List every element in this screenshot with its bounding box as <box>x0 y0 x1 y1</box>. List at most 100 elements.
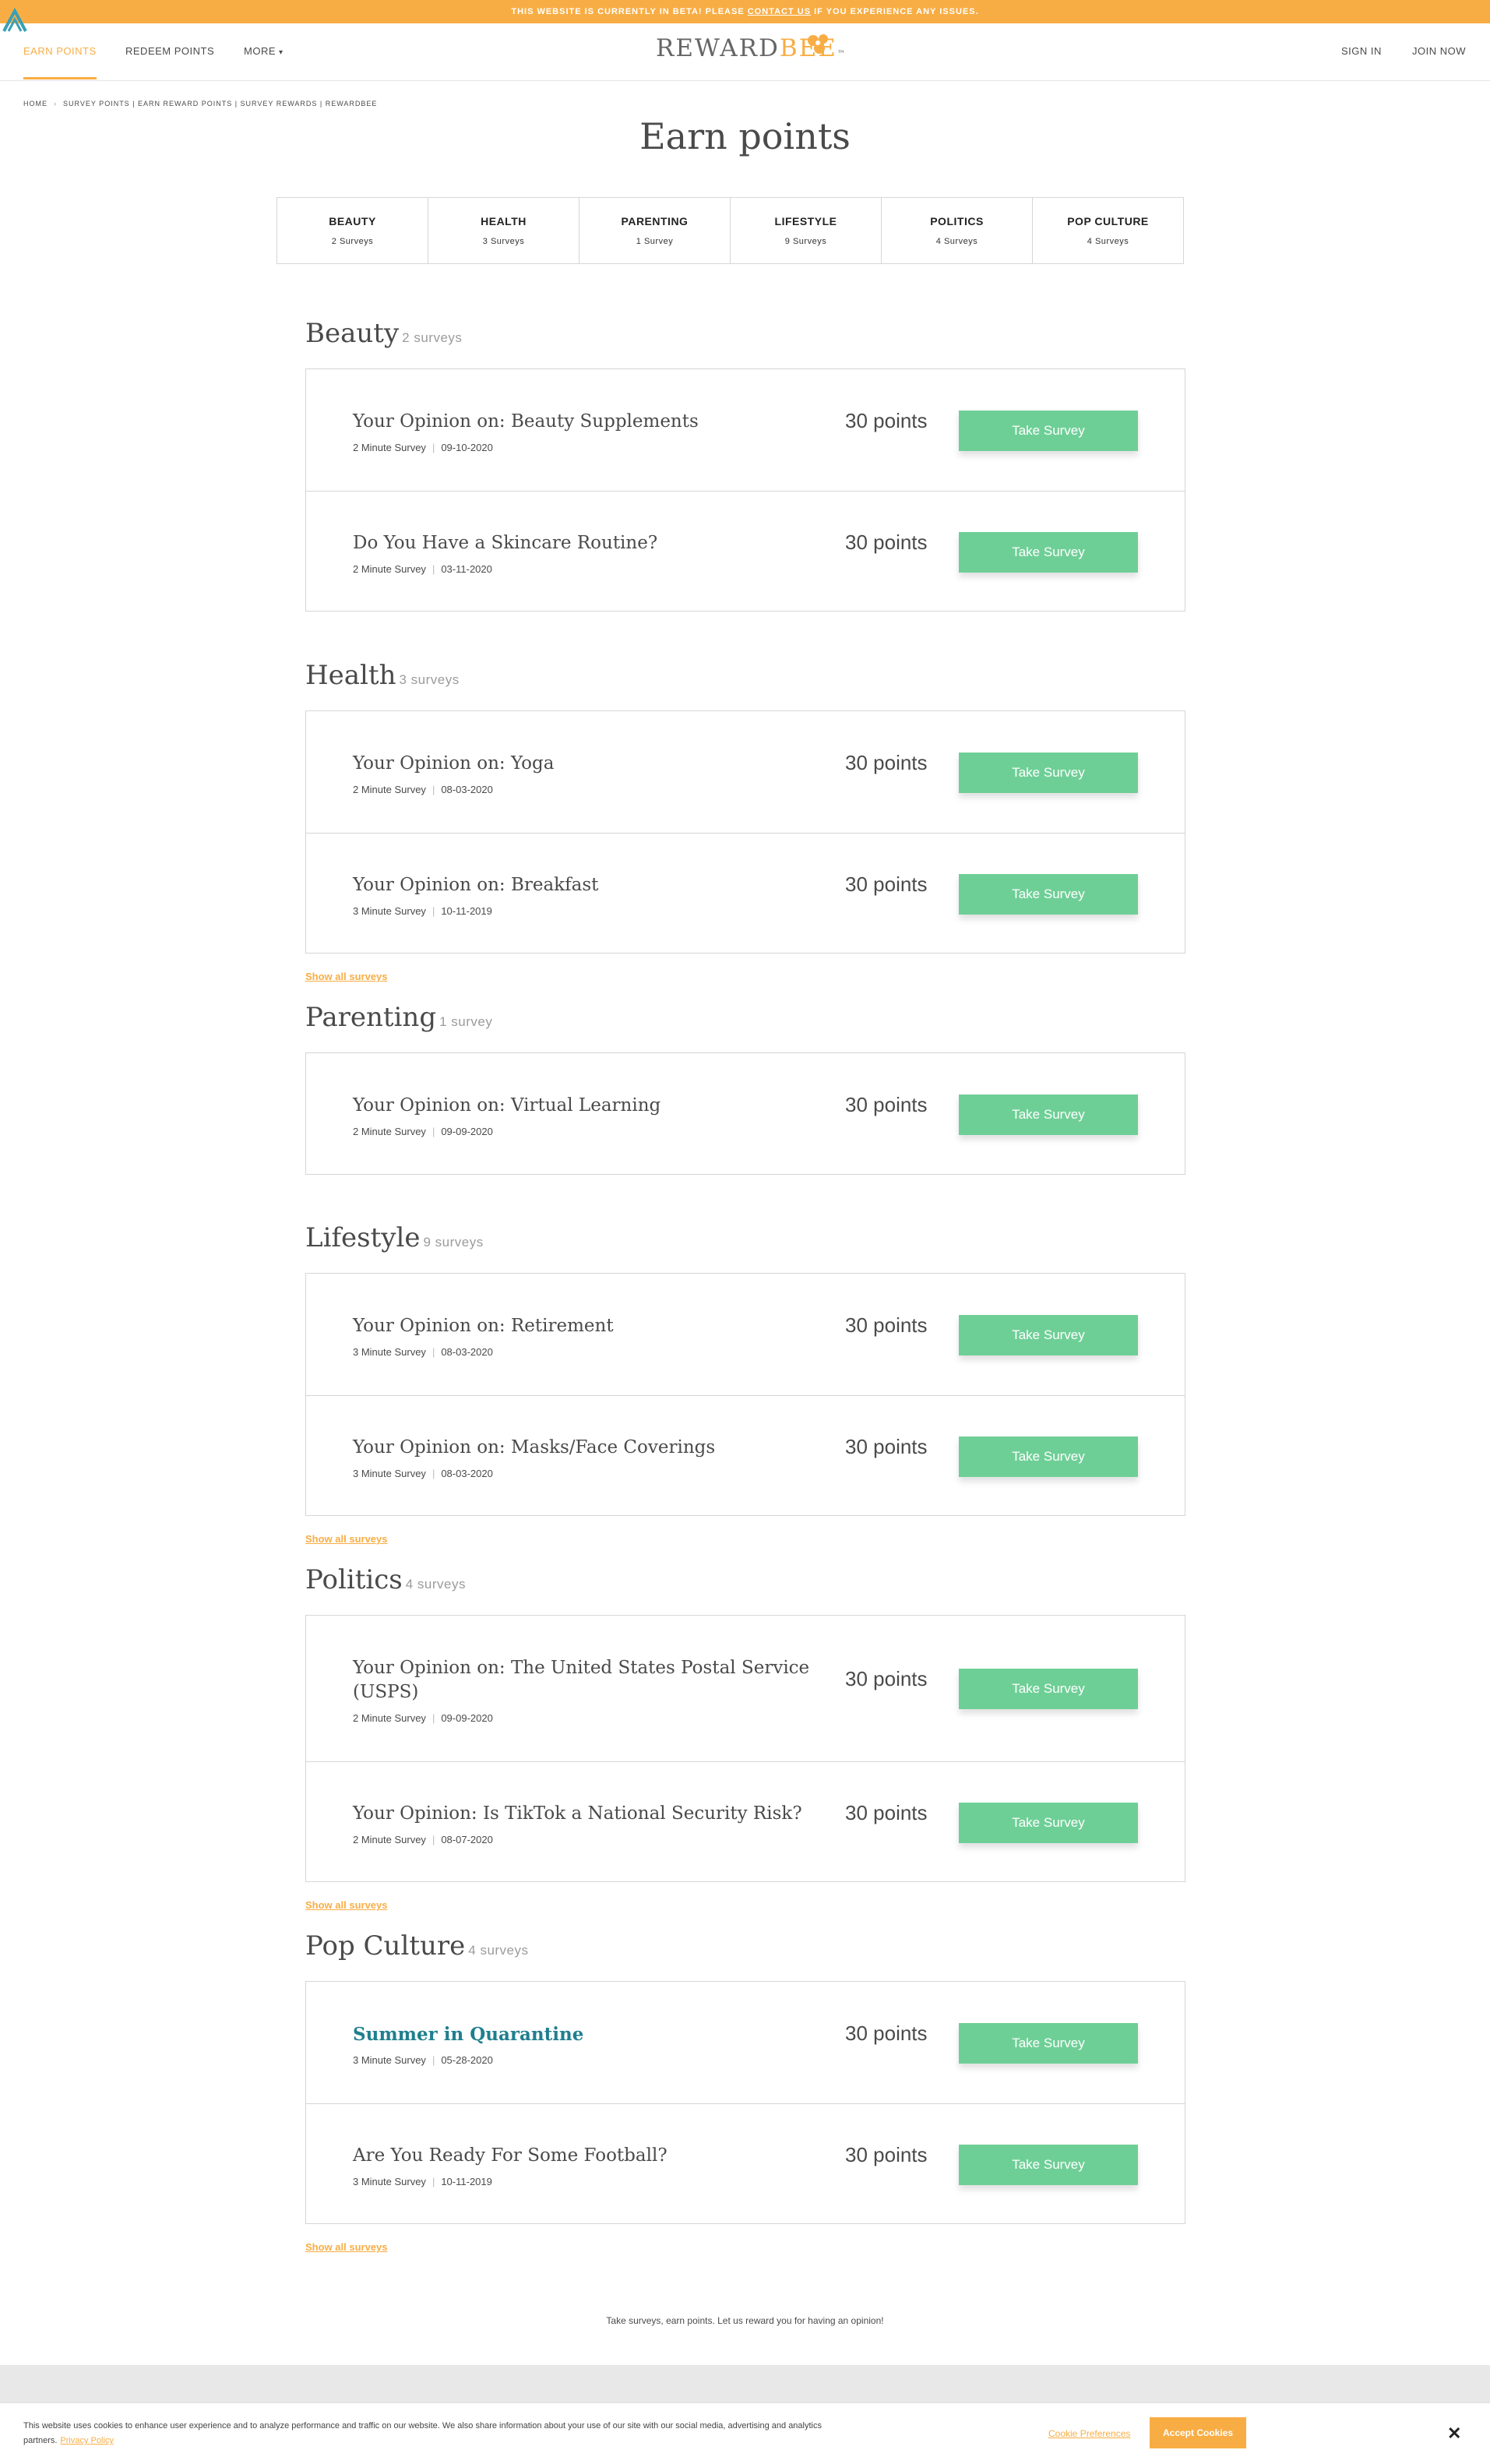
category-name: POP CULTURE <box>1067 215 1149 227</box>
category-tab-politics[interactable]: POLITICS 4 Surveys <box>882 198 1033 263</box>
survey-meta: 2 Minute Survey | 09-09-2020 <box>353 1712 493 1724</box>
meta-divider: | <box>432 1712 435 1724</box>
privacy-policy-link[interactable]: Privacy Policy <box>60 2436 113 2445</box>
survey-title[interactable]: Your Opinion on: Beauty Supplements <box>353 410 820 434</box>
survey-title[interactable]: Summer in Quarantine <box>353 2022 820 2046</box>
survey-duration: 2 Minute Survey <box>353 1126 426 1137</box>
survey-row: Your Opinion on: Beauty Supplements 2 Mi… <box>306 369 1185 491</box>
section-heading-pop-culture: Pop Culture 4 surveys <box>305 1930 529 1962</box>
cookie-banner: This website uses cookies to enhance use… <box>0 2402 1490 2464</box>
survey-card-pop-culture: Summer in Quarantine 3 Minute Survey | 05-… <box>305 1981 1185 2224</box>
survey-meta: 2 Minute Survey | 08-07-2020 <box>353 1834 493 1845</box>
category-name: PARENTING <box>621 215 689 227</box>
take-survey-button[interactable]: Take Survey <box>959 1669 1138 1709</box>
survey-meta: 3 Minute Survey | 10-11-2019 <box>353 905 492 917</box>
show-all-surveys-link[interactable]: Show all surveys <box>305 2241 388 2253</box>
category-tab-lifestyle[interactable]: LIFESTYLE 9 Surveys <box>731 198 882 263</box>
category-tab-pop-culture[interactable]: POP CULTURE 4 Surveys <box>1033 198 1183 263</box>
section-count: 4 surveys <box>405 1577 466 1592</box>
survey-card-lifestyle: Your Opinion on: Retirement 3 Minute Sur… <box>305 1273 1185 1516</box>
survey-duration: 2 Minute Survey <box>353 784 426 795</box>
survey-points: 30 points <box>845 409 928 432</box>
contact-us-link[interactable]: CONTACT US <box>748 7 811 16</box>
survey-title[interactable]: Your Opinion: Is TikTok a National Secur… <box>353 1802 820 1826</box>
section-heading-health: Health 3 surveys <box>305 660 460 691</box>
brand-reward: REWARD <box>656 34 780 62</box>
nav-redeem-points[interactable]: REDEEM POINTS <box>125 23 214 79</box>
show-all-surveys-link[interactable]: Show all surveys <box>305 1533 388 1545</box>
app-logo-icon <box>2 8 27 32</box>
survey-row: Your Opinion: Is TikTok a National Secur… <box>306 1761 1185 1882</box>
breadcrumb-home[interactable]: HOME <box>23 100 48 108</box>
meta-divider: | <box>432 563 435 575</box>
show-all-surveys-link[interactable]: Show all surveys <box>305 971 388 982</box>
category-name: BEAUTY <box>329 215 376 227</box>
section-heading-beauty: Beauty 2 surveys <box>305 318 462 349</box>
section-title: Parenting <box>305 1002 437 1033</box>
survey-meta: 2 Minute Survey | 09-09-2020 <box>353 1126 493 1137</box>
survey-title[interactable]: Your Opinion on: Masks/Face Coverings <box>353 1436 820 1460</box>
accept-cookies-button[interactable]: Accept Cookies <box>1150 2417 1246 2448</box>
section-count: 3 surveys <box>399 672 460 687</box>
section-heading-lifestyle: Lifestyle 9 surveys <box>305 1222 484 1253</box>
show-all-surveys-link[interactable]: Show all surveys <box>305 1899 388 1911</box>
chevron-right-icon: › <box>54 100 57 108</box>
survey-title[interactable]: Are You Ready For Some Football? <box>353 2144 820 2168</box>
survey-date: 08-07-2020 <box>441 1834 493 1845</box>
survey-date: 03-11-2020 <box>441 563 492 575</box>
nav-more-label: MORE <box>244 45 276 57</box>
take-survey-button[interactable]: Take Survey <box>959 1095 1138 1135</box>
category-tab-beauty[interactable]: BEAUTY 2 Surveys <box>277 198 428 263</box>
take-survey-button[interactable]: Take Survey <box>959 2145 1138 2185</box>
survey-meta: 2 Minute Survey | 08-03-2020 <box>353 784 493 795</box>
category-name: POLITICS <box>930 215 984 227</box>
survey-duration: 2 Minute Survey <box>353 1712 426 1724</box>
take-survey-button[interactable]: Take Survey <box>959 1436 1138 1477</box>
meta-divider: | <box>432 442 435 453</box>
take-survey-button[interactable]: Take Survey <box>959 532 1138 573</box>
category-tab-health[interactable]: HEALTH 3 Surveys <box>428 198 579 263</box>
survey-date: 08-03-2020 <box>441 784 493 795</box>
survey-meta: 2 Minute Survey | 09-10-2020 <box>353 442 493 453</box>
survey-title[interactable]: Your Opinion on: Yoga <box>353 752 820 776</box>
join-now-link[interactable]: JOIN NOW <box>1412 23 1466 79</box>
survey-title[interactable]: Your Opinion on: The United States Posta… <box>353 1656 820 1704</box>
survey-points: 30 points <box>845 2022 928 2045</box>
cookie-preferences-link[interactable]: Cookie Preferences <box>1048 2428 1130 2439</box>
survey-meta: 3 Minute Survey | 08-03-2020 <box>353 1346 493 1358</box>
section-title: Lifestyle <box>305 1222 421 1253</box>
survey-date: 08-03-2020 <box>441 1468 493 1479</box>
sign-in-link[interactable]: SIGN IN <box>1341 23 1382 79</box>
survey-duration: 3 Minute Survey <box>353 1346 426 1358</box>
survey-row: Summer in Quarantine 3 Minute Survey | 05-… <box>306 1982 1185 2103</box>
nav-earn-points[interactable]: EARN POINTS <box>23 23 97 79</box>
survey-duration: 2 Minute Survey <box>353 442 426 453</box>
meta-divider: | <box>432 905 435 917</box>
take-survey-button[interactable]: Take Survey <box>959 411 1138 451</box>
category-tab-parenting[interactable]: PARENTING 1 Survey <box>579 198 731 263</box>
meta-divider: | <box>432 2054 435 2066</box>
survey-duration: 3 Minute Survey <box>353 2176 426 2187</box>
survey-date: 09-09-2020 <box>441 1126 493 1137</box>
nav-more[interactable]: MORE ▾ <box>244 23 284 79</box>
take-survey-button[interactable]: Take Survey <box>959 1803 1138 1843</box>
close-icon[interactable]: ✕ <box>1447 2423 1461 2444</box>
beta-banner-text: THIS WEBSITE IS CURRENTLY IN BETA! PLEAS… <box>511 7 748 16</box>
survey-title[interactable]: Your Opinion on: Retirement <box>353 1314 820 1338</box>
survey-points: 30 points <box>845 1435 928 1458</box>
survey-title[interactable]: Do You Have a Skincare Routine? <box>353 531 820 555</box>
meta-divider: | <box>432 1834 435 1845</box>
take-survey-button[interactable]: Take Survey <box>959 753 1138 793</box>
meta-divider: | <box>432 1126 435 1137</box>
meta-divider: | <box>432 1468 435 1479</box>
category-count: 3 Surveys <box>482 237 525 246</box>
take-survey-button[interactable]: Take Survey <box>959 874 1138 915</box>
survey-title[interactable]: Your Opinion on: Virtual Learning <box>353 1094 820 1118</box>
take-survey-button[interactable]: Take Survey <box>959 1315 1138 1355</box>
survey-title[interactable]: Your Opinion on: Breakfast <box>353 873 820 897</box>
take-survey-button[interactable]: Take Survey <box>959 2023 1138 2064</box>
chevron-down-icon: ▾ <box>279 48 284 57</box>
survey-date: 10-11-2019 <box>441 905 492 917</box>
survey-date: 09-10-2020 <box>441 442 493 453</box>
meta-divider: | <box>432 2176 435 2187</box>
